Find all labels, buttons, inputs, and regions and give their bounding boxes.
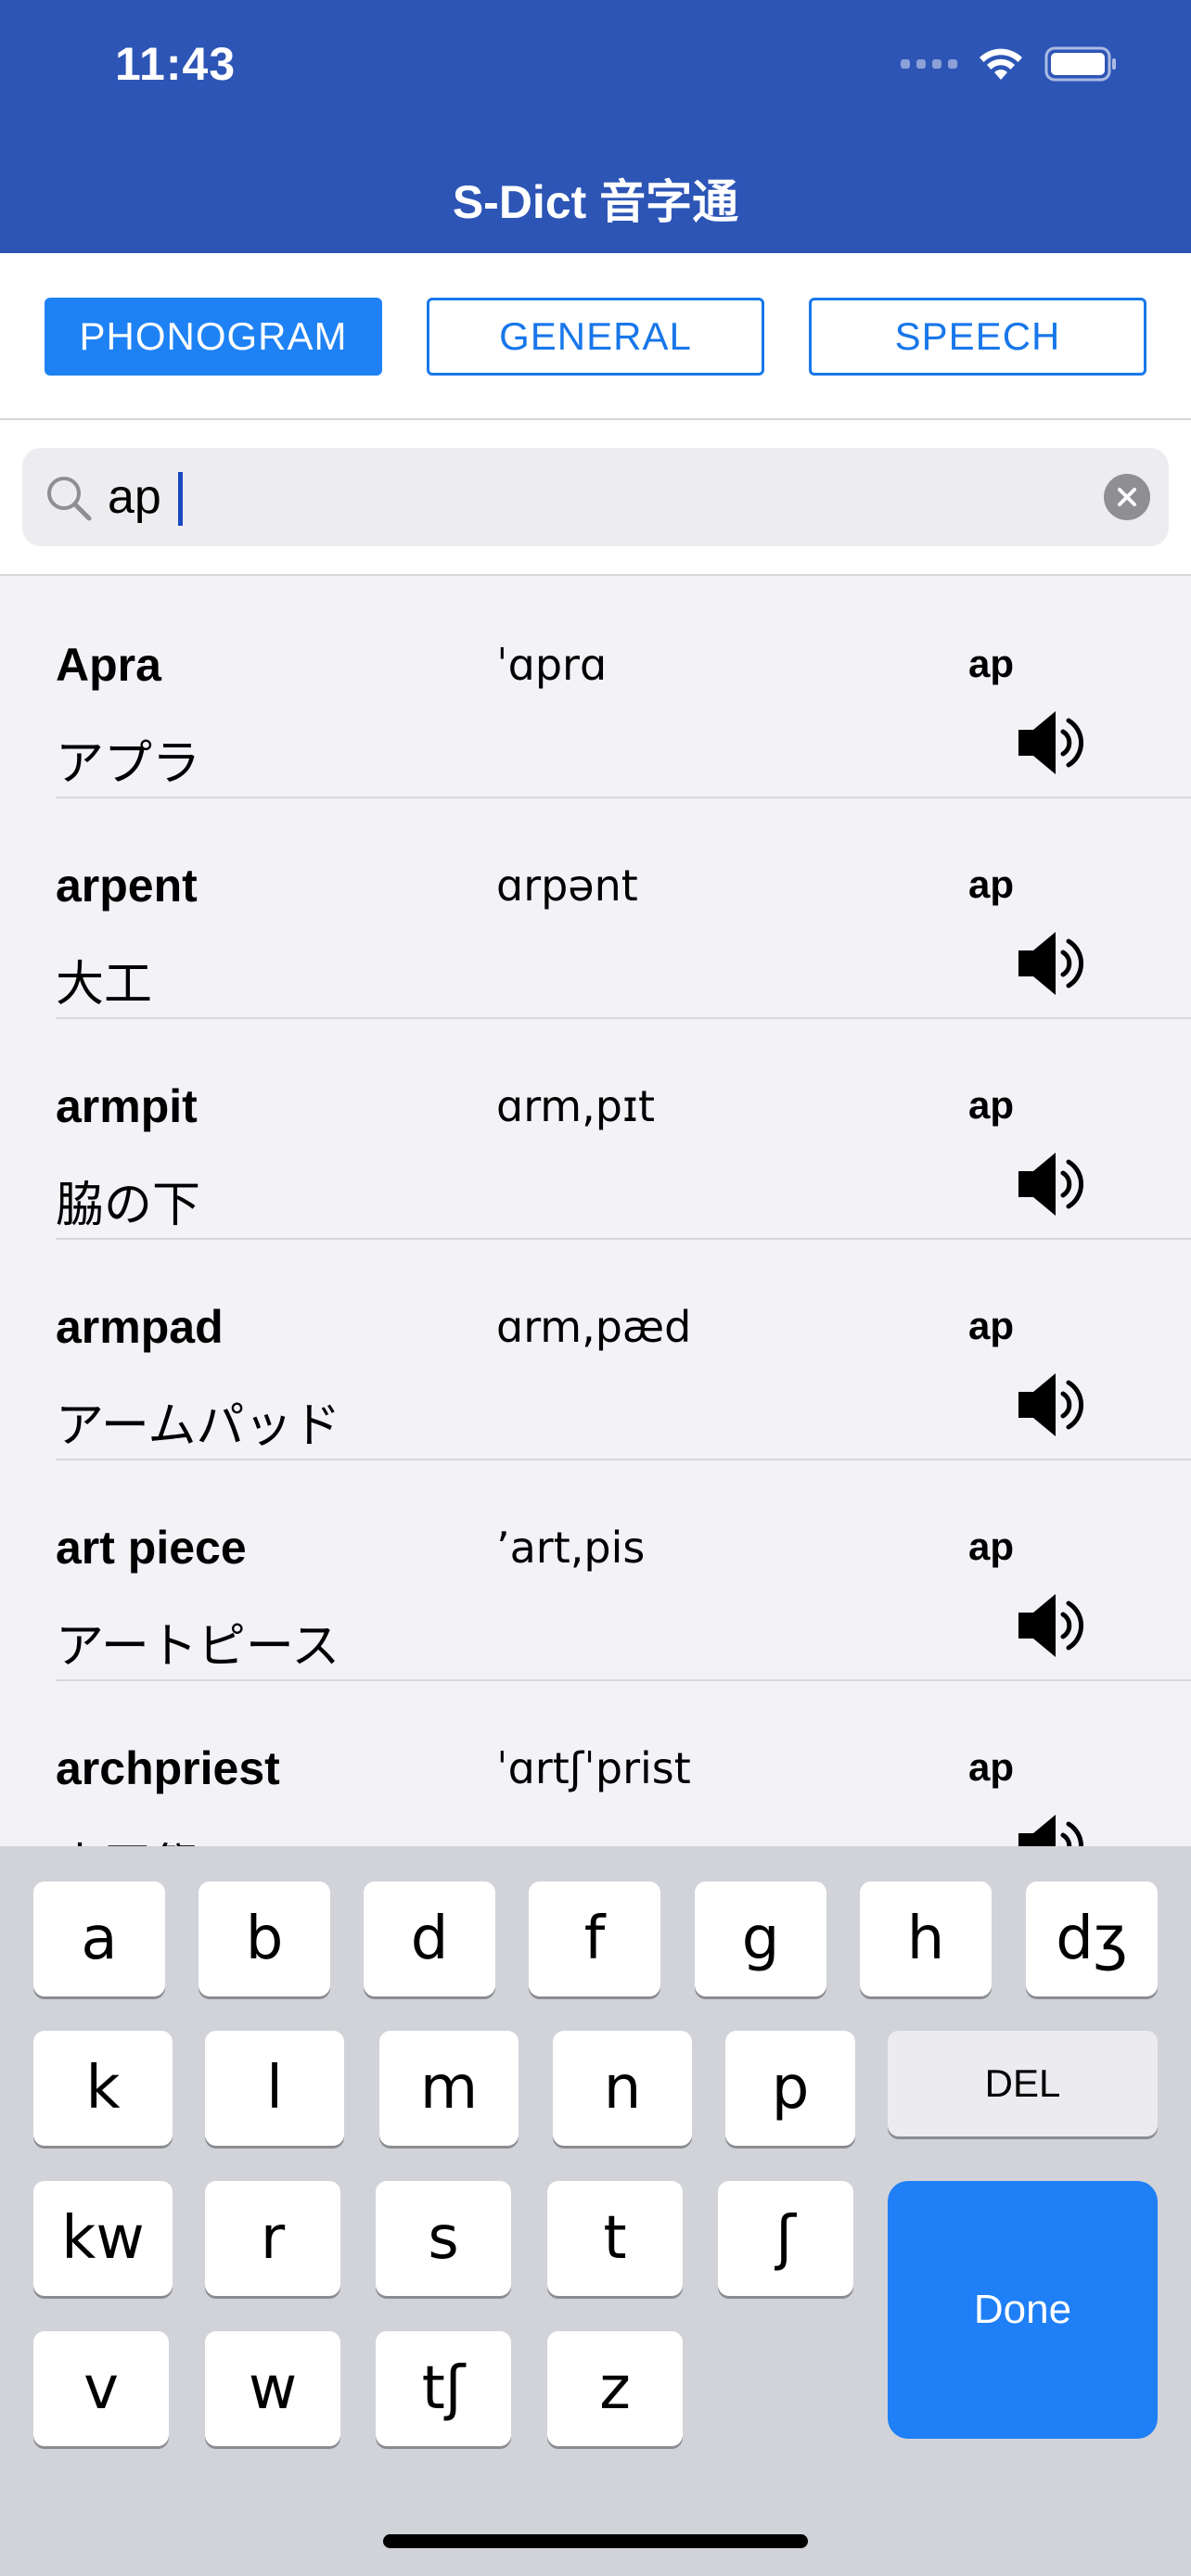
results-list[interactable]: Apra ˈɑprɑ ap アプラ arpent ɑrpənt ap 大工 ar… — [0, 578, 1191, 1846]
key[interactable]: t — [547, 2181, 683, 2296]
list-item[interactable]: archpriest ˈɑrtʃˈprist ap 大司祭 — [0, 1681, 1191, 1846]
speaker-icon[interactable] — [1015, 1590, 1089, 1665]
result-tag: ap — [968, 1083, 1015, 1127]
key[interactable]: d — [364, 1881, 495, 1996]
search-area — [0, 420, 1191, 576]
key[interactable]: s — [376, 2181, 511, 2296]
key[interactable]: ʃ — [718, 2181, 853, 2296]
result-word: Apra — [56, 639, 161, 691]
key[interactable]: b — [198, 1881, 330, 1996]
key[interactable]: k — [33, 2031, 173, 2146]
key[interactable]: v — [33, 2331, 169, 2446]
key[interactable]: r — [205, 2181, 340, 2296]
key[interactable]: a — [33, 1881, 165, 1996]
speaker-icon[interactable] — [1015, 928, 1089, 1003]
result-word: arpent — [56, 860, 198, 912]
result-meaning: 大司祭 — [56, 1828, 200, 1846]
key[interactable]: p — [725, 2031, 855, 2146]
list-item[interactable]: armpad ɑrm,pæd ap アームパッド — [0, 1240, 1191, 1460]
wifi-icon — [978, 46, 1024, 82]
list-item[interactable]: Apra ˈɑprɑ ap アプラ — [0, 578, 1191, 798]
key[interactable]: m — [379, 2031, 519, 2146]
result-phonetic: ˈɑprɑ — [496, 640, 608, 690]
key[interactable]: g — [695, 1881, 826, 1996]
result-phonetic: ʼart,pis — [496, 1523, 646, 1573]
speaker-icon[interactable] — [1015, 708, 1089, 783]
clear-search-icon[interactable] — [1104, 474, 1150, 520]
result-phonetic: ɑrm,pɪt — [496, 1081, 656, 1131]
signal-icon — [901, 59, 957, 69]
search-input[interactable] — [108, 463, 1082, 531]
general-mode-button[interactable]: GENERAL — [427, 298, 764, 376]
result-tag: ap — [968, 1304, 1015, 1347]
list-item[interactable]: art piece ʼart,pis ap アートピース — [0, 1460, 1191, 1681]
result-meaning: アームパッド — [56, 1398, 341, 1454]
result-meaning: 大工 — [56, 957, 153, 1013]
result-word: armpad — [56, 1301, 224, 1353]
key[interactable]: w — [205, 2331, 340, 2446]
key[interactable]: f — [529, 1881, 660, 1996]
list-item[interactable]: armpit ɑrm,pɪt ap 脇の下 — [0, 1019, 1191, 1240]
mode-selector: PHONOGRAM GENERAL SPEECH — [0, 253, 1191, 420]
phonetic-keyboard: a b d f g h dʒ k l m n p DEL kw r s t ʃ … — [0, 1846, 1191, 2576]
key[interactable]: h — [860, 1881, 992, 1996]
key[interactable]: n — [553, 2031, 692, 2146]
speech-mode-button[interactable]: SPEECH — [809, 298, 1146, 376]
key[interactable]: kw — [33, 2181, 173, 2296]
done-button[interactable]: Done — [888, 2181, 1158, 2439]
key[interactable]: z — [547, 2331, 683, 2446]
battery-icon — [1044, 46, 1117, 82]
key[interactable]: dʒ — [1026, 1881, 1158, 1996]
result-meaning: 脇の下 — [56, 1178, 201, 1233]
speaker-icon[interactable] — [1015, 1149, 1089, 1224]
key[interactable]: l — [205, 2031, 344, 2146]
result-phonetic: ɑrm,pæd — [496, 1302, 692, 1352]
result-tag: ap — [968, 1524, 1015, 1568]
status-time: 11:43 — [115, 38, 237, 90]
result-phonetic: ɑrpənt — [496, 861, 638, 911]
status-indicators — [901, 46, 1117, 82]
result-tag: ap — [968, 1745, 1015, 1789]
delete-key[interactable]: DEL — [888, 2031, 1158, 2136]
phonogram-mode-button[interactable]: PHONOGRAM — [45, 298, 382, 376]
search-box[interactable] — [22, 448, 1169, 546]
result-tag: ap — [968, 862, 1015, 906]
speaker-icon[interactable] — [1015, 1811, 1089, 1846]
key[interactable]: tʃ — [376, 2331, 511, 2446]
result-word: armpit — [56, 1080, 198, 1132]
result-word: archpriest — [56, 1742, 280, 1794]
home-indicator[interactable] — [383, 2534, 808, 2548]
speaker-icon[interactable] — [1015, 1370, 1089, 1445]
result-meaning: アートピース — [56, 1619, 340, 1675]
search-icon — [45, 474, 93, 527]
app-title: S-Dict 音字通 — [452, 176, 739, 228]
app-header: 11:43 S-Dict 音字通 — [0, 0, 1191, 253]
result-phonetic: ˈɑrtʃˈprist — [496, 1743, 691, 1793]
result-word: art piece — [56, 1522, 247, 1574]
result-tag: ap — [968, 642, 1015, 685]
list-item[interactable]: arpent ɑrpənt ap 大工 — [0, 798, 1191, 1019]
result-meaning: アプラ — [56, 736, 201, 792]
text-caret — [178, 472, 183, 526]
